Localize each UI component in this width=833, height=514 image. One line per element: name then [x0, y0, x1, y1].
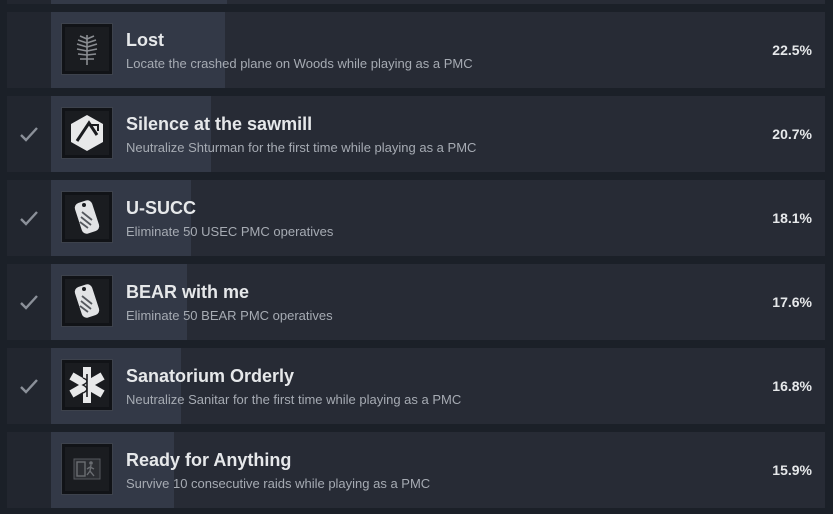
achievement-row[interactable]: Lost Locate the crashed plane on Woods w…: [7, 12, 825, 88]
achievement-description: Eliminate 50 BEAR PMC operatives: [126, 308, 333, 323]
achievement-title: Silence at the sawmill: [126, 114, 313, 134]
fern-icon: [65, 27, 109, 71]
checkmark-icon: [20, 295, 38, 310]
medical-caduceus-icon: [65, 363, 109, 407]
achievement-unlock-percent: 20.7%: [772, 126, 812, 142]
achievement-unlock-percent: 16.8%: [772, 378, 812, 394]
achievement-description: Neutralize Sanitar for the first time wh…: [126, 392, 462, 407]
achievement-description: Locate the crashed plane on Woods while …: [126, 56, 473, 71]
achievement-row[interactable]: U-SUCC Eliminate 50 USEC PMC operatives …: [7, 180, 825, 256]
achievement-description: Eliminate 50 USEC PMC operatives: [126, 224, 334, 239]
checkmark-column: [7, 348, 51, 424]
checkmark-column: [7, 432, 51, 508]
achievement-row[interactable]: Silence at the sawmill Neutralize Shturm…: [7, 96, 825, 172]
achievement-title: U-SUCC: [126, 198, 196, 218]
checkmark-column: [7, 180, 51, 256]
achievement-title: Sanatorium Orderly: [126, 366, 295, 386]
achievement-row[interactable]: BEAR with me Eliminate 50 BEAR PMC opera…: [7, 264, 825, 340]
achievement-icon: [61, 275, 113, 327]
achievement-unlock-percent: 18.1%: [772, 210, 812, 226]
achievement-row[interactable]: Sanatorium Orderly Neutralize Sanitar fo…: [7, 348, 825, 424]
sawmill-hexagon-icon: [65, 111, 109, 155]
exit-sign-icon: [65, 447, 109, 491]
checkmark-icon: [20, 127, 38, 142]
checkmark-column: [7, 264, 51, 340]
usec-dogtag-icon: [65, 195, 109, 239]
achievement-list: Lost Locate the crashed plane on Woods w…: [0, 0, 833, 514]
checkmark-column: [7, 96, 51, 172]
achievement-title: BEAR with me: [126, 282, 250, 302]
achievement-title: Lost: [126, 30, 164, 50]
achievement-description: Neutralize Shturman for the first time w…: [126, 140, 477, 155]
achievement-icon: [61, 107, 113, 159]
checkmark-icon: [20, 211, 38, 226]
achievement-unlock-percent: 22.5%: [772, 42, 812, 58]
checkmark-icon: [20, 379, 38, 394]
achievement-icon: [61, 23, 113, 75]
checkmark-column: [7, 12, 51, 88]
achievement-icon: [61, 443, 113, 495]
achievement-progress-bar: [51, 0, 227, 4]
achievement-row[interactable]: Ready for Anything Survive 10 consecutiv…: [7, 432, 825, 508]
achievement-unlock-percent: 15.9%: [772, 462, 812, 478]
achievement-icon: [61, 359, 113, 411]
achievement-title: Ready for Anything: [126, 450, 292, 470]
achievement-icon: [61, 191, 113, 243]
achievement-row-partial: [7, 0, 825, 4]
achievement-unlock-percent: 17.6%: [772, 294, 812, 310]
achievement-description: Survive 10 consecutive raids while playi…: [126, 476, 431, 491]
checkmark-column: [7, 0, 51, 4]
bear-dogtag-icon: [65, 279, 109, 323]
list-bottom-edge: [0, 509, 833, 514]
